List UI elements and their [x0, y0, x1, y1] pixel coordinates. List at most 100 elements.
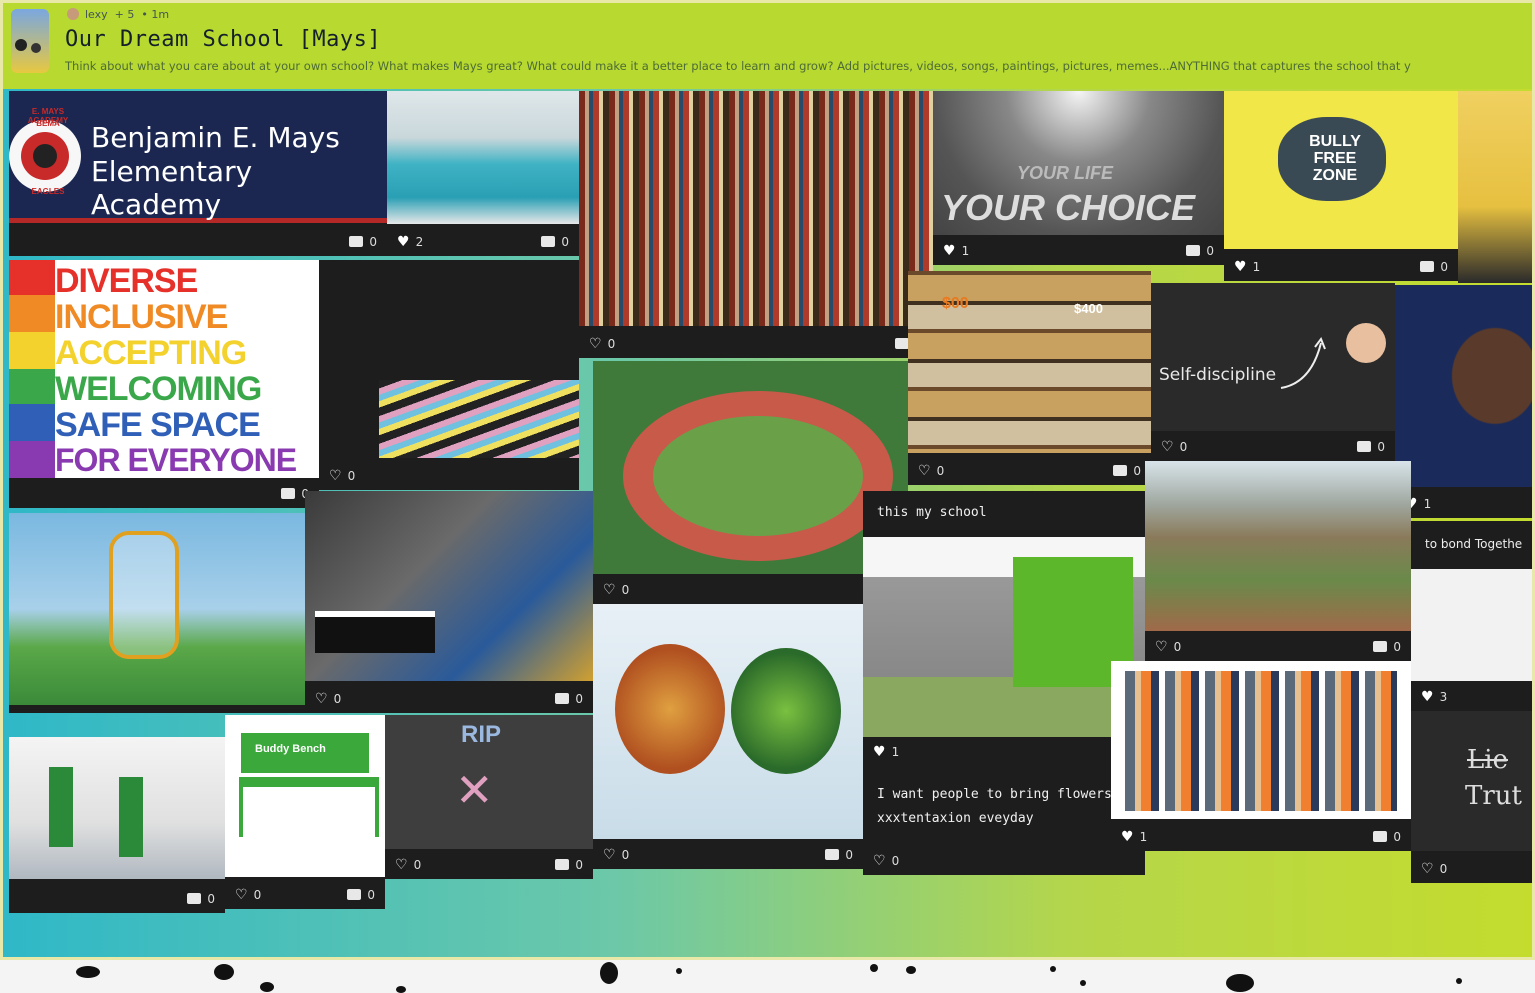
post-card-portrait[interactable]: ♥ 1 [1395, 285, 1532, 518]
like-button[interactable]: ♥ 1 [1234, 260, 1260, 274]
food-image [593, 604, 863, 839]
like-count: 0 [891, 854, 900, 868]
post-caption: I want people to bring flowers [877, 787, 1112, 802]
comment-icon [541, 236, 556, 247]
comment-button[interactable]: 0 [1373, 640, 1401, 654]
playground-image [9, 513, 305, 705]
like-button[interactable]: ♡ 0 [395, 858, 421, 872]
like-count: 0 [347, 469, 356, 483]
post-card-store[interactable]: $00 $400 ♡ 0 0 [908, 271, 1151, 485]
board-header: lexy + 5 • 1m Our Dream School [Mays] Th… [3, 3, 1532, 89]
like-count: 1 [961, 244, 970, 258]
like-button[interactable]: ♡ 0 [918, 464, 944, 478]
post-actions: 0 [9, 480, 319, 508]
post-card-chalk[interactable]: RIP ✕ ♡ 0 0 [385, 715, 593, 879]
bench-seat [239, 777, 379, 837]
like-button[interactable]: ♡ 0 [603, 848, 629, 862]
like-button[interactable]: ♡ 0 [603, 583, 629, 597]
comment-count: 0 [575, 858, 583, 872]
post-card-library[interactable]: ♡0 0 [579, 91, 933, 358]
comment-button[interactable]: 0 [1113, 464, 1141, 478]
comment-count: 0 [1377, 440, 1385, 454]
comment-button[interactable]: 0 [349, 235, 377, 249]
heart-outline-icon: ♡ [603, 582, 616, 598]
post-card-pool[interactable]: ♥ 2 0 [387, 91, 579, 256]
post-card-mays-sign[interactable]: E. MAYS ACADEMY BEMA EAGLES Benjamin E. … [9, 91, 387, 256]
post-card-playground[interactable] [9, 513, 305, 713]
comment-icon [1113, 465, 1128, 476]
lie-truth-image: Lie Trut [1411, 711, 1532, 851]
author-name[interactable]: lexy [85, 8, 108, 21]
post-card-food[interactable]: ♡ 0 0 [593, 604, 863, 869]
like-button[interactable]: ♥ 1 [943, 244, 969, 258]
like-button[interactable]: ♥ 1 [1121, 830, 1147, 844]
comment-button[interactable]: 0 [555, 692, 583, 706]
post-actions: ♥ 2 0 [387, 228, 579, 256]
post-card-buddy-bench[interactable]: Buddy Bench ♡ 0 0 [225, 715, 385, 909]
bond-image [1411, 569, 1532, 681]
comment-button[interactable]: 0 [1357, 440, 1385, 454]
like-button[interactable]: ♡ 0 [315, 692, 341, 706]
post-card-music-room[interactable]: ♡ 0 0 [305, 491, 593, 713]
post-card-bully-free[interactable]: BULLY FREE ZONE ♥ 1 0 [1224, 91, 1458, 281]
like-button[interactable]: ♥ 2 [397, 235, 423, 249]
comment-button[interactable]: 0 [541, 235, 569, 249]
comment-button[interactable]: 0 [1186, 244, 1214, 258]
comment-icon [555, 693, 570, 704]
healthy-food [731, 648, 841, 774]
like-button[interactable]: ♡ 0 [329, 469, 355, 483]
board-description: Think about what you care about at your … [65, 59, 1411, 73]
comment-icon [1186, 245, 1201, 256]
like-button[interactable]: ♡ 0 [589, 337, 615, 351]
play-tower [109, 531, 179, 659]
comment-button[interactable]: 0 [825, 848, 853, 862]
comment-icon [349, 236, 364, 247]
post-actions: ♡0 0 [225, 881, 385, 909]
cleaning-image [9, 737, 225, 879]
post-card-lie-truth[interactable]: Lie Trut ♡ 0 [1411, 711, 1532, 883]
post-card-classroom[interactable]: ♡ 0 [319, 260, 579, 490]
comment-button[interactable]: 0 [555, 858, 583, 872]
like-button[interactable]: ♥ 3 [1421, 690, 1447, 704]
like-count: 0 [1179, 440, 1188, 454]
post-card-building[interactable]: ♥ 1 I want people to bring flowers xxxten… [863, 537, 1145, 875]
bench-sign: Buddy Bench [255, 743, 326, 755]
like-button[interactable]: ♡ 0 [1155, 640, 1181, 654]
store-price-1: $00 [942, 295, 969, 312]
like-button[interactable]: ♡ 0 [235, 888, 261, 902]
post-card-self-discipline[interactable]: Self-discipline ♡ 0 0 [1151, 283, 1395, 461]
heart-outline-icon: ♡ [1421, 861, 1434, 877]
bully-free-image: BULLY FREE ZONE [1224, 91, 1458, 249]
comment-button[interactable]: 0 [1373, 830, 1401, 844]
comment-button[interactable]: 0 [347, 888, 375, 902]
comment-icon [1357, 441, 1372, 452]
post-card-bond[interactable]: to bond Togethe ♥ 3 [1411, 521, 1532, 711]
your-life-text: YOUR LIFE [1017, 163, 1114, 183]
post-card-anime-partial[interactable] [1458, 91, 1532, 283]
city-image [1145, 461, 1411, 631]
like-button[interactable]: ♡ 0 [873, 854, 899, 868]
post-card-naruto[interactable]: ♥ 1 0 [1111, 661, 1411, 851]
post-card-your-life[interactable]: YOUR LIFE YOUR CHOICE ♥ 1 0 [933, 91, 1224, 265]
junk-food [615, 644, 725, 774]
post-actions: 0 [9, 228, 387, 256]
post-card-this-school[interactable]: this my school [863, 491, 1145, 537]
like-count: 3 [1439, 690, 1448, 704]
comment-button[interactable]: 0 [187, 892, 215, 906]
like-button[interactable]: ♡ 0 [1421, 862, 1447, 876]
board-age: 1m [151, 8, 170, 21]
track-image [593, 361, 908, 574]
arrow-up-icon [1280, 323, 1386, 389]
post-card-city[interactable]: ♡ 0 0 [1145, 461, 1411, 661]
heart-outline-icon: ♡ [603, 847, 616, 863]
post-card-cleaning[interactable]: 0 [9, 737, 225, 913]
like-button[interactable]: ♡ 0 [1161, 440, 1187, 454]
comment-button[interactable]: 0 [1420, 260, 1448, 274]
collaborator-count[interactable]: + 5 [115, 8, 135, 21]
post-card-track[interactable]: ♡ 0 [593, 361, 908, 604]
post-actions: 0 [9, 885, 225, 913]
like-button[interactable]: ♥ 1 [873, 745, 899, 759]
heart-outline-icon: ♡ [873, 853, 886, 869]
like-count: 0 [621, 583, 630, 597]
post-card-diverse[interactable]: DIVERSE INCLUSIVE ACCEPTING WELCOMING SA… [9, 260, 319, 508]
